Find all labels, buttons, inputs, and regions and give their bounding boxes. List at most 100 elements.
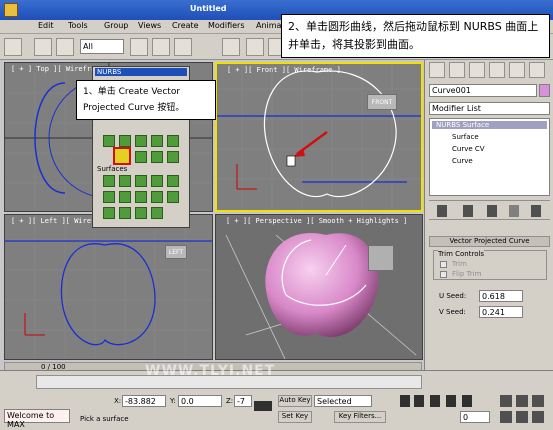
x-label: X:	[114, 397, 122, 405]
create-tab-icon[interactable]	[429, 62, 445, 78]
object-color-swatch[interactable]	[539, 84, 550, 97]
menu-views[interactable]: Views	[138, 21, 161, 30]
mirror-surface-icon[interactable]	[103, 191, 115, 203]
maximize-viewport-icon[interactable]	[532, 411, 544, 423]
current-frame-field[interactable]: 0	[460, 411, 490, 423]
vector-projected-curve-button[interactable]	[113, 147, 131, 165]
multisided-blend-icon[interactable]	[151, 207, 163, 219]
point-surface-icon[interactable]	[119, 175, 131, 187]
next-frame-icon[interactable]	[446, 395, 456, 407]
viewcube-perspective[interactable]	[368, 245, 394, 271]
viewcube-left[interactable]: LEFT	[165, 245, 187, 259]
undo-icon[interactable]	[4, 38, 22, 56]
menu-group[interactable]: Group	[104, 21, 128, 30]
trim-controls-group: Trim Controls Trim Flip Trim	[433, 250, 547, 280]
rail-sweep-icon[interactable]	[135, 207, 147, 219]
stack-item-curve-cv[interactable]: Curve CV	[452, 145, 485, 153]
menu-tools[interactable]: Tools	[68, 21, 88, 30]
callout-step2: 2、单击圆形曲线，然后拖动鼠标到 NURBS 曲面上并单击，将其投影到曲面。	[281, 14, 550, 58]
link-icon[interactable]	[34, 38, 52, 56]
select-by-name-icon[interactable]	[152, 38, 170, 56]
previous-frame-icon[interactable]	[414, 395, 424, 407]
status-bar: WWW.TLYI.NET Welcome to MAX Pick a surfa…	[0, 363, 553, 430]
flip-trim-checkbox[interactable]	[440, 271, 447, 278]
play-icon[interactable]	[430, 395, 440, 407]
z-coordinate-field[interactable]: -7	[234, 395, 252, 407]
nurbs-iso-curve-icon[interactable]	[151, 151, 163, 163]
transform-surface-icon[interactable]	[135, 175, 147, 187]
motion-tab-icon[interactable]	[489, 62, 505, 78]
y-label: Y:	[170, 397, 176, 405]
goto-start-icon[interactable]	[400, 395, 410, 407]
viewport-perspective[interactable]: [ + ][ Perspective ][ Smooth + Highlight…	[215, 214, 423, 360]
pan-icon[interactable]	[516, 411, 528, 423]
menu-create[interactable]: Create	[172, 21, 199, 30]
y-coordinate-field[interactable]: 0.0	[178, 395, 222, 407]
offset-surface-icon[interactable]	[167, 175, 179, 187]
cap-surface-icon[interactable]	[167, 191, 179, 203]
app-icon[interactable]	[4, 3, 18, 17]
viewport-front-canvas	[217, 64, 421, 210]
unlink-icon[interactable]	[56, 38, 74, 56]
extrude-surface-icon[interactable]	[119, 191, 131, 203]
make-unique-icon[interactable]	[487, 205, 497, 217]
lathe-surface-icon[interactable]	[135, 191, 147, 203]
stack-item-curve[interactable]: Curve	[452, 157, 473, 165]
hierarchy-tab-icon[interactable]	[469, 62, 485, 78]
key-icon[interactable]	[254, 401, 272, 411]
modify-tab-icon[interactable]	[449, 62, 465, 78]
configure-modifier-sets-icon[interactable]	[531, 205, 541, 217]
v-seed-label: V Seed:	[439, 308, 466, 316]
modifier-list-dropdown[interactable]: Modifier List	[429, 102, 550, 115]
nurbs-chamfer-icon[interactable]	[167, 135, 179, 147]
zoom-extents-icon[interactable]	[532, 395, 544, 407]
zoom-all-icon[interactable]	[516, 395, 528, 407]
stack-item-nurbs-surface[interactable]: NURBS Surface	[432, 121, 547, 129]
cv-surface-icon[interactable]	[103, 175, 115, 187]
viewport-front[interactable]: [ + ][ Front ][ Wireframe ] FRONT	[215, 62, 423, 212]
key-filters-button[interactable]: Key Filters...	[334, 411, 386, 423]
x-coordinate-field[interactable]: -83.882	[122, 395, 166, 407]
prompt-line: Pick a surface	[80, 415, 129, 423]
nurbs-offset-curve-icon[interactable]	[135, 135, 147, 147]
nurbs-cv-curve-icon[interactable]	[103, 135, 115, 147]
menu-modifiers[interactable]: Modifiers	[208, 21, 245, 30]
trim-checkbox[interactable]	[440, 261, 447, 268]
viewcube-front[interactable]: FRONT	[367, 94, 397, 110]
blend-surface-icon[interactable]	[151, 175, 163, 187]
nurbs-mirror-curve-icon[interactable]	[151, 135, 163, 147]
set-key-button[interactable]: Set Key	[278, 411, 312, 423]
selected-dropdown[interactable]: Selected	[314, 395, 372, 407]
maxscript-listener[interactable]: Welcome to MAX	[4, 409, 70, 429]
flip-trim-label: Flip Trim	[452, 270, 482, 278]
viewport-perspective-canvas	[225, 233, 417, 359]
move-icon[interactable]	[222, 38, 240, 56]
u-seed-field[interactable]: 0.618	[479, 290, 523, 302]
show-end-result-icon[interactable]	[463, 205, 473, 217]
select-icon[interactable]	[130, 38, 148, 56]
pin-stack-icon[interactable]	[437, 205, 447, 217]
nurbs-curve-icon[interactable]	[119, 135, 131, 147]
rotate-icon[interactable]	[246, 38, 264, 56]
rollout-vector-projected-curve[interactable]: Vector Projected Curve	[429, 236, 550, 247]
zoom-icon[interactable]	[500, 395, 512, 407]
viewport-left-canvas	[5, 215, 212, 359]
region-select-icon[interactable]	[174, 38, 192, 56]
field-of-view-icon[interactable]	[500, 411, 512, 423]
uv-loft-surface-icon[interactable]	[119, 207, 131, 219]
object-name-field[interactable]: Curve001	[429, 84, 537, 97]
remove-modifier-icon[interactable]	[509, 205, 519, 217]
v-seed-field[interactable]: 0.241	[479, 306, 523, 318]
utilities-tab-icon[interactable]	[529, 62, 545, 78]
u-loft-surface-icon[interactable]	[103, 207, 115, 219]
nurbs-normal-curve-icon[interactable]	[135, 151, 147, 163]
menu-edit[interactable]: Edit	[38, 21, 54, 30]
goto-end-icon[interactable]	[462, 395, 472, 407]
ruled-surface-icon[interactable]	[151, 191, 163, 203]
nurbs-surface-edge-icon[interactable]	[167, 151, 179, 163]
viewport-left[interactable]: [ + ][ Left ][ Wirefram LEFT	[4, 214, 213, 360]
auto-key-button[interactable]: Auto Key	[278, 395, 312, 407]
selection-filter[interactable]: All	[80, 39, 124, 54]
display-tab-icon[interactable]	[509, 62, 525, 78]
stack-item-surface[interactable]: Surface	[452, 133, 479, 141]
